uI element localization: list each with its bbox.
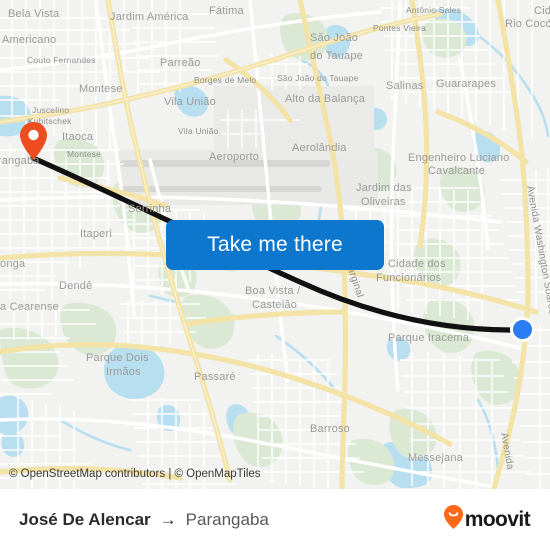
map-label: Funcionários xyxy=(376,272,442,284)
map-label: Cavalcante xyxy=(428,165,486,177)
destination-station-label: Parangaba xyxy=(185,509,269,529)
map-label: Montese xyxy=(67,149,102,159)
map-label: Couto Fernandes xyxy=(27,55,96,65)
map-label: Boa Vista / xyxy=(245,285,301,297)
route-summary: José De Alencar → Parangaba xyxy=(19,489,269,550)
map-label: onga xyxy=(0,258,26,270)
map-canvas[interactable]: Bela Vista Jardim América Fátima Antônio Sa… xyxy=(0,0,550,489)
map-label: Borges de Melo xyxy=(194,75,257,85)
moovit-logo[interactable]: moovit xyxy=(443,489,531,550)
destination-marker-dot[interactable] xyxy=(510,317,535,342)
moovit-wordmark: moovit xyxy=(464,507,531,531)
map-attribution[interactable]: © OpenStreetMap contributors | © OpenMap… xyxy=(9,468,261,480)
footer-bar: José De Alencar → Parangaba moovit xyxy=(0,489,550,550)
map-label: Guararapes xyxy=(436,78,497,90)
map-label: Rio Cocó xyxy=(505,18,550,30)
map-label: Itaperi xyxy=(80,228,112,240)
map-label: Irmãos xyxy=(106,366,141,378)
map-label: Cidade dos xyxy=(388,258,446,270)
map-label: Antônio Sales xyxy=(406,5,462,15)
map-label: Jardim das xyxy=(356,182,412,194)
map-label: Parreão xyxy=(160,57,201,69)
map-label: Parque Dois xyxy=(86,352,149,364)
map-label: Aeroporto xyxy=(209,151,260,163)
map-label: Passaré xyxy=(194,371,236,383)
map-label: Itaoca xyxy=(62,131,94,143)
map-label: Cid xyxy=(534,5,550,17)
map-label: Castelão xyxy=(252,299,298,311)
moovit-route-map-card: Bela Vista Jardim América Fátima Antônio Sa… xyxy=(0,0,550,550)
map-label: Barroso xyxy=(310,423,350,435)
map-label: Alto da Balança xyxy=(285,93,366,105)
map-label: Messejana xyxy=(408,452,463,464)
origin-marker-pin[interactable] xyxy=(20,122,47,160)
map-label: Fátima xyxy=(209,5,244,17)
map-label: Oliveiras xyxy=(361,196,406,208)
map-label: Parque Iracema xyxy=(388,332,470,344)
map-label: Montese xyxy=(79,83,123,95)
map-label: Engenheiro Luciano xyxy=(408,152,510,164)
map-label: Serrinha xyxy=(128,203,172,215)
map-label: Bela Vista xyxy=(8,8,60,20)
origin-station-label: José De Alencar xyxy=(19,509,151,529)
map-label: Americano xyxy=(2,34,57,46)
map-label: São João xyxy=(310,32,359,44)
map-label: Salinas xyxy=(386,80,424,92)
map-label: Dendê xyxy=(59,280,93,292)
take-me-there-button[interactable]: Take me there xyxy=(166,220,384,270)
map-label: Juscelino xyxy=(32,105,70,115)
map-label: a Cearense xyxy=(0,301,59,313)
map-label: São João do Tauape xyxy=(277,73,359,83)
map-label: Vila União xyxy=(164,96,216,108)
map-label: Aerolândia xyxy=(292,142,347,154)
map-label: Vila União xyxy=(178,126,219,136)
moovit-pin-icon xyxy=(443,505,463,534)
arrow-right-icon: → xyxy=(159,509,177,529)
map-label: Jardim América xyxy=(110,11,189,23)
map-label: do Tauape xyxy=(310,50,363,62)
map-label: Pontes Vieira xyxy=(373,23,427,33)
